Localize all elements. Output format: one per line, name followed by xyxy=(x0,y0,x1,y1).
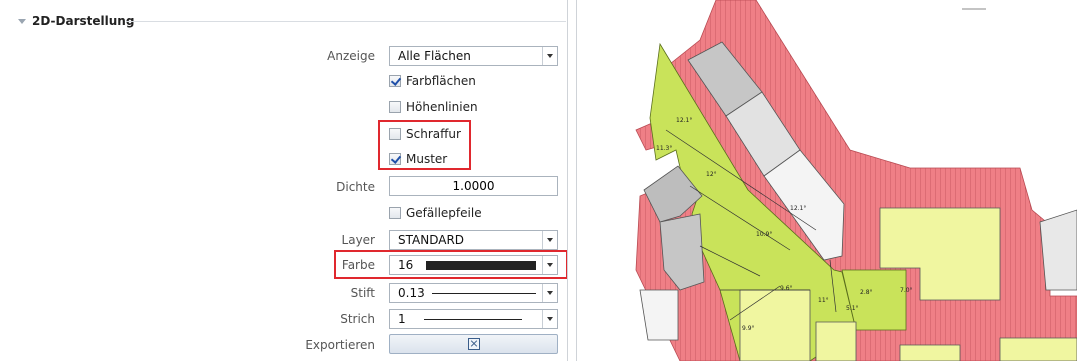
chevron-down-icon[interactable] xyxy=(542,231,557,249)
strich-label: Strich xyxy=(340,312,375,326)
export-icon xyxy=(468,338,480,350)
color-swatch xyxy=(426,261,536,270)
panel-divider xyxy=(567,0,568,361)
chevron-down-icon[interactable] xyxy=(542,310,557,328)
roof-flat-yellow xyxy=(999,337,1077,361)
line-preview xyxy=(432,293,536,294)
hoehenlinien-label: Höhenlinien xyxy=(406,100,478,114)
dichte-label: Dichte xyxy=(336,180,375,194)
farbflaechen-label: Farbflächen xyxy=(406,74,476,88)
layer-dropdown[interactable]: STANDARD xyxy=(389,230,558,250)
stift-dropdown[interactable]: 0.13 xyxy=(389,283,558,303)
farbe-value: 16 xyxy=(398,258,414,272)
layer-value: STANDARD xyxy=(398,233,465,247)
chevron-down-icon[interactable] xyxy=(542,256,557,274)
checkbox-unchecked-icon[interactable] xyxy=(389,128,401,140)
slope-label: 9.6° xyxy=(780,285,793,292)
roof-flat-grey xyxy=(1039,209,1077,291)
line-preview xyxy=(424,319,522,320)
slope-label: 9.9° xyxy=(742,325,755,332)
stift-label: Stift xyxy=(350,286,375,300)
checkbox-checked-icon[interactable] xyxy=(389,75,401,87)
checkbox-unchecked-icon[interactable] xyxy=(389,101,401,113)
section-title: 2D-Darstellung xyxy=(32,14,135,28)
roof-flat-yellow xyxy=(815,321,857,361)
slope-label: 12° xyxy=(706,171,717,178)
anzeige-dropdown[interactable]: Alle Flächen xyxy=(389,46,558,66)
checkbox-unchecked-icon[interactable] xyxy=(389,207,401,219)
stift-value: 0.13 xyxy=(398,286,425,300)
chevron-down-icon[interactable] xyxy=(542,47,557,65)
collapse-triangle-icon[interactable] xyxy=(18,18,26,24)
slope-label: 5.1° xyxy=(846,305,859,312)
strich-value: 1 xyxy=(398,312,406,326)
slope-label: 11.3° xyxy=(656,145,672,152)
dichte-input[interactable]: 1.0000 xyxy=(389,176,558,196)
gefaellepfeile-checkbox[interactable]: Gefällepfeile xyxy=(389,206,482,220)
hoehenlinien-checkbox[interactable]: Höhenlinien xyxy=(389,100,478,114)
strich-dropdown[interactable]: 1 xyxy=(389,309,558,329)
farbe-dropdown[interactable]: 16 xyxy=(389,255,558,275)
schraffur-label: Schraffur xyxy=(406,127,461,141)
chevron-down-icon[interactable] xyxy=(542,284,557,302)
muster-checkbox[interactable]: Muster xyxy=(389,152,447,166)
farbe-label: Farbe xyxy=(341,258,375,272)
roof-flat-yellow xyxy=(899,344,961,361)
slope-label: 12.1° xyxy=(790,205,806,212)
schraffur-checkbox[interactable]: Schraffur xyxy=(389,127,461,141)
slope-label: 10.9° xyxy=(756,231,772,238)
roof-plan-drawing: 11.3° 12.1° 12° 12.1° 10.9° 9.6° 11° 2.8… xyxy=(635,0,1077,361)
muster-label: Muster xyxy=(406,152,448,166)
drawing-canvas[interactable]: 11.3° 12.1° 12° 12.1° 10.9° 9.6° 11° 2.8… xyxy=(580,0,1077,361)
slope-label: 7.0° xyxy=(900,287,913,294)
layer-label: Layer xyxy=(341,233,375,247)
panel-divider xyxy=(576,0,577,361)
farbflaechen-checkbox[interactable]: Farbflächen xyxy=(389,74,476,88)
properties-panel: 2D-Darstellung Anzeige Alle Flächen Farb… xyxy=(0,0,568,361)
roof-flat-grey xyxy=(639,289,679,341)
section-header-2d[interactable]: 2D-Darstellung xyxy=(18,12,134,30)
anzeige-label: Anzeige xyxy=(327,49,375,63)
slope-label: 2.8° xyxy=(860,289,873,296)
checkbox-checked-icon[interactable] xyxy=(389,153,401,165)
gefaellepfeile-label: Gefällepfeile xyxy=(406,206,482,220)
section-divider xyxy=(126,21,566,22)
slope-label: 12.1° xyxy=(676,117,692,124)
exportieren-button[interactable] xyxy=(389,334,558,354)
anzeige-value: Alle Flächen xyxy=(398,49,471,63)
exportieren-label: Exportieren xyxy=(305,338,375,352)
slope-label: 11° xyxy=(818,297,829,304)
